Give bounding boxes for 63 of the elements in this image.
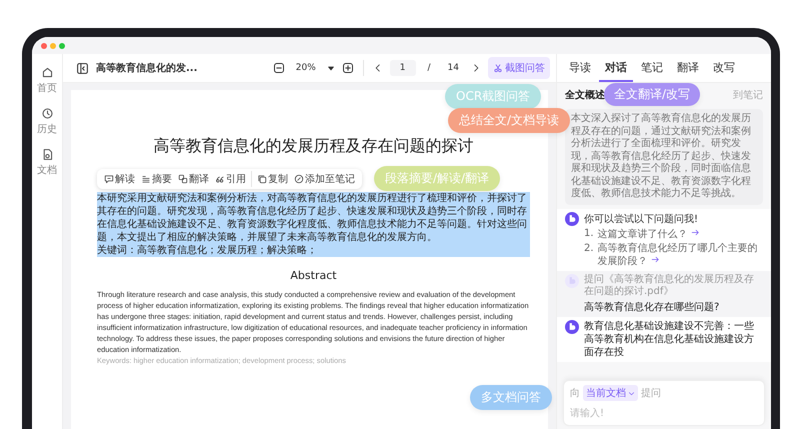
feature-callout: 总结全文/文档导读 bbox=[448, 108, 570, 133]
selection-action[interactable]: 解读 bbox=[101, 171, 138, 187]
sidebar-toggle-icon[interactable] bbox=[76, 62, 89, 74]
question-text: 高等教育信息化存在哪些问题? bbox=[584, 300, 720, 314]
zoom-out-icon[interactable] bbox=[272, 62, 285, 74]
assistant-avatar bbox=[565, 212, 579, 226]
chevron-down-icon bbox=[628, 390, 635, 396]
zoom-level[interactable]: 20% bbox=[292, 63, 320, 73]
selection-action[interactable]: 引用 bbox=[212, 171, 249, 187]
panel-tab[interactable]: 导读 bbox=[563, 54, 597, 82]
speech-bubble-icon bbox=[104, 174, 114, 184]
page-number-field[interactable]: 1 bbox=[390, 60, 416, 76]
input-prefix: 向 bbox=[570, 387, 580, 400]
assistant-avatar bbox=[565, 320, 579, 334]
suggestion-intro: 你可以尝试以下问题问我! bbox=[584, 212, 700, 226]
panel-tab[interactable]: 改写 bbox=[707, 54, 741, 82]
scissors-icon bbox=[493, 63, 503, 73]
sidebar-item[interactable]: 文档 bbox=[37, 163, 57, 177]
selection-action[interactable]: 摘要 bbox=[138, 171, 175, 187]
page-count: 14 bbox=[446, 63, 460, 73]
panel-tab[interactable]: 翻译 bbox=[671, 54, 705, 82]
translate-icon bbox=[178, 174, 188, 184]
arrow-right-icon[interactable] bbox=[650, 254, 660, 264]
user-avatar bbox=[565, 274, 579, 288]
page-separator: / bbox=[426, 63, 432, 73]
selection-action[interactable]: 翻译 bbox=[175, 171, 212, 187]
answer-text: 教育信息化基础设施建设不完善：一些高等教育机构在信息化基础设施建设方面存在投 bbox=[584, 320, 755, 358]
close-dot[interactable] bbox=[41, 42, 47, 48]
suggested-question[interactable]: 高等教育信息化经历了哪几个主要的发展阶段？ bbox=[598, 242, 763, 268]
copy-icon bbox=[257, 174, 267, 184]
document-heading: 高等教育信息化的发展历程及存在问题的探讨 bbox=[152, 136, 474, 157]
sidebar-item[interactable]: 首页 bbox=[37, 81, 57, 95]
suggestion-number: 1. bbox=[584, 228, 594, 240]
feature-callout: 全文翻译/改写 bbox=[604, 83, 700, 106]
home-icon[interactable] bbox=[40, 66, 54, 79]
keywords: 关键词：高等教育信息化；发展历程；解决策略； bbox=[97, 244, 318, 257]
summary-card: 本文深入探讨了高等教育信息化的发展历程及存在的问题，通过文献研究法和案例分析法进行了全面梳理和评价。研究发现，高等教育信息化经历了起步、快速发展和现状及趋势三个阶段，同时面临信息化基础设施建设不足、教育资源数字化程度低、教师信息技术能力不足等挑战。 bbox=[565, 109, 763, 204]
summary-title: 全文概述 bbox=[565, 88, 605, 102]
input-suffix: 提问 bbox=[641, 387, 661, 400]
selection-action[interactable]: 添加至笔记 bbox=[291, 171, 358, 187]
zoom-in-icon[interactable] bbox=[342, 62, 354, 74]
document-scope-dropdown[interactable]: 当前文档 bbox=[583, 385, 638, 401]
document-title: 高等教育信息化的发... bbox=[96, 61, 198, 75]
suggestion-number: 2. bbox=[584, 242, 594, 256]
maximize-dot[interactable] bbox=[59, 42, 65, 48]
selection-action[interactable]: 复制 bbox=[254, 171, 291, 187]
feature-callout: OCR截图问答 bbox=[445, 84, 542, 109]
arrow-right-icon[interactable] bbox=[690, 228, 700, 236]
feature-callout: 段落摘要/解读/翻译 bbox=[374, 166, 500, 191]
suggested-question[interactable]: 这篇文章讲了什么？ bbox=[598, 228, 700, 240]
panel-tab[interactable]: 笔记 bbox=[635, 54, 669, 82]
abstract-heading: Abstract bbox=[289, 269, 338, 282]
clock-icon[interactable] bbox=[40, 107, 54, 120]
paragraph: 本研究采用文献研究法和案例分析法，对高等教育信息化的发展历程进行了梳理和评价，并探讨了其存在的问题。研究发现，高等教育信息化经历了起步、快速发展和现状及趋势三个阶段，同时存在信息化基础设施建设不足、教育资源数字化程度低、教师信息技术能力不足等问题。针对这些问题，本文提出了相应的解决策略，并展望了未来高等教育信息化的发展方向。 bbox=[97, 192, 528, 244]
screenshot-qa-button[interactable]: 截图问答 bbox=[488, 57, 550, 79]
feature-callout: 多文档问答 bbox=[470, 385, 552, 410]
quote-icon bbox=[215, 174, 225, 184]
caret-icon[interactable] bbox=[326, 64, 335, 72]
lines-icon bbox=[141, 174, 151, 184]
document-icon[interactable] bbox=[40, 148, 54, 161]
question-source: 提问《高等教育信息化的发展历程及存在问题的探讨.pdf》 bbox=[584, 274, 755, 298]
minimize-dot[interactable] bbox=[50, 42, 56, 48]
sidebar-item[interactable]: 历史 bbox=[37, 122, 57, 136]
